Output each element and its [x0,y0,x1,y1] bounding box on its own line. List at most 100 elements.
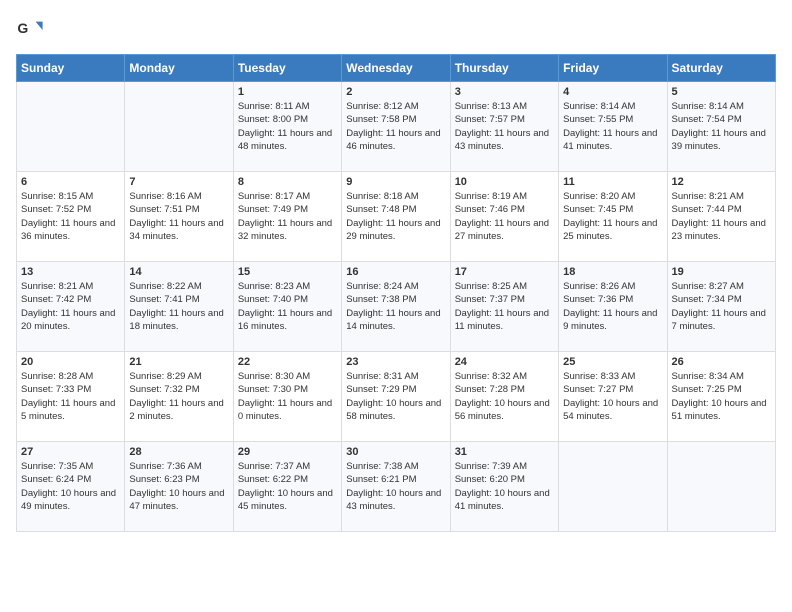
calendar-cell: 29 Sunrise: 7:37 AM Sunset: 6:22 PM Dayli… [233,442,341,532]
calendar-cell: 12 Sunrise: 8:21 AM Sunset: 7:44 PM Dayli… [667,172,775,262]
day-info: Sunrise: 8:11 AM Sunset: 8:00 PM Dayligh… [238,100,337,153]
calendar-cell [559,442,667,532]
day-info: Sunrise: 8:29 AM Sunset: 7:32 PM Dayligh… [129,370,228,423]
calendar-cell: 19 Sunrise: 8:27 AM Sunset: 7:34 PM Dayli… [667,262,775,352]
header-saturday: Saturday [667,55,775,82]
calendar-cell: 30 Sunrise: 7:38 AM Sunset: 6:21 PM Dayli… [342,442,450,532]
day-info: Sunrise: 7:37 AM Sunset: 6:22 PM Dayligh… [238,460,337,513]
calendar-cell: 21 Sunrise: 8:29 AM Sunset: 7:32 PM Dayli… [125,352,233,442]
day-number: 21 [129,356,228,368]
header-monday: Monday [125,55,233,82]
day-info: Sunrise: 8:26 AM Sunset: 7:36 PM Dayligh… [563,280,662,333]
calendar-cell: 16 Sunrise: 8:24 AM Sunset: 7:38 PM Dayli… [342,262,450,352]
day-number: 19 [672,266,771,278]
day-number: 2 [346,86,445,98]
logo-icon: G [16,16,44,44]
calendar-cell: 7 Sunrise: 8:16 AM Sunset: 7:51 PM Daylig… [125,172,233,262]
day-number: 25 [563,356,662,368]
logo: G [16,16,48,44]
day-info: Sunrise: 8:17 AM Sunset: 7:49 PM Dayligh… [238,190,337,243]
day-info: Sunrise: 8:34 AM Sunset: 7:25 PM Dayligh… [672,370,771,423]
day-info: Sunrise: 7:36 AM Sunset: 6:23 PM Dayligh… [129,460,228,513]
day-number: 24 [455,356,554,368]
day-info: Sunrise: 8:14 AM Sunset: 7:54 PM Dayligh… [672,100,771,153]
day-info: Sunrise: 7:39 AM Sunset: 6:20 PM Dayligh… [455,460,554,513]
day-info: Sunrise: 8:18 AM Sunset: 7:48 PM Dayligh… [346,190,445,243]
calendar-cell: 31 Sunrise: 7:39 AM Sunset: 6:20 PM Dayli… [450,442,558,532]
day-number: 9 [346,176,445,188]
calendar-cell: 22 Sunrise: 8:30 AM Sunset: 7:30 PM Dayli… [233,352,341,442]
calendar-header-row: SundayMondayTuesdayWednesdayThursdayFrid… [17,55,776,82]
day-number: 29 [238,446,337,458]
calendar-cell: 14 Sunrise: 8:22 AM Sunset: 7:41 PM Dayli… [125,262,233,352]
calendar-cell: 18 Sunrise: 8:26 AM Sunset: 7:36 PM Dayli… [559,262,667,352]
calendar-cell: 17Sunrise: 8:25 AM Sunset: 7:37 PM Dayli… [450,262,558,352]
day-info: Sunrise: 7:35 AM Sunset: 6:24 PM Dayligh… [21,460,120,513]
calendar-cell: 8 Sunrise: 8:17 AM Sunset: 7:49 PM Daylig… [233,172,341,262]
calendar-week-row: 1Sunrise: 8:11 AM Sunset: 8:00 PM Daylig… [17,82,776,172]
day-info: Sunrise: 8:32 AM Sunset: 7:28 PM Dayligh… [455,370,554,423]
day-info: Sunrise: 8:21 AM Sunset: 7:44 PM Dayligh… [672,190,771,243]
header-tuesday: Tuesday [233,55,341,82]
calendar-cell: 3Sunrise: 8:13 AM Sunset: 7:57 PM Daylig… [450,82,558,172]
calendar-cell: 5 Sunrise: 8:14 AM Sunset: 7:54 PM Daylig… [667,82,775,172]
day-number: 12 [672,176,771,188]
day-number: 27 [21,446,120,458]
day-info: Sunrise: 8:27 AM Sunset: 7:34 PM Dayligh… [672,280,771,333]
calendar-cell: 26Sunrise: 8:34 AM Sunset: 7:25 PM Dayli… [667,352,775,442]
day-number: 3 [455,86,554,98]
calendar-cell: 23Sunrise: 8:31 AM Sunset: 7:29 PM Dayli… [342,352,450,442]
day-number: 10 [455,176,554,188]
header-sunday: Sunday [17,55,125,82]
day-number: 18 [563,266,662,278]
day-info: Sunrise: 8:14 AM Sunset: 7:55 PM Dayligh… [563,100,662,153]
day-info: Sunrise: 7:38 AM Sunset: 6:21 PM Dayligh… [346,460,445,513]
calendar-cell: 9 Sunrise: 8:18 AM Sunset: 7:48 PM Daylig… [342,172,450,262]
calendar-table: SundayMondayTuesdayWednesdayThursdayFrid… [16,54,776,532]
calendar-cell: 4Sunrise: 8:14 AM Sunset: 7:55 PM Daylig… [559,82,667,172]
calendar-cell: 13 Sunrise: 8:21 AM Sunset: 7:42 PM Dayli… [17,262,125,352]
day-number: 15 [238,266,337,278]
day-info: Sunrise: 8:33 AM Sunset: 7:27 PM Dayligh… [563,370,662,423]
calendar-cell: 25 Sunrise: 8:33 AM Sunset: 7:27 PM Dayli… [559,352,667,442]
day-info: Sunrise: 8:19 AM Sunset: 7:46 PM Dayligh… [455,190,554,243]
calendar-cell: 1Sunrise: 8:11 AM Sunset: 8:00 PM Daylig… [233,82,341,172]
day-info: Sunrise: 8:25 AM Sunset: 7:37 PM Dayligh… [455,280,554,333]
day-info: Sunrise: 8:24 AM Sunset: 7:38 PM Dayligh… [346,280,445,333]
page-header: G [16,16,776,44]
day-info: Sunrise: 8:22 AM Sunset: 7:41 PM Dayligh… [129,280,228,333]
day-number: 8 [238,176,337,188]
header-friday: Friday [559,55,667,82]
day-info: Sunrise: 8:15 AM Sunset: 7:52 PM Dayligh… [21,190,120,243]
calendar-cell: 6Sunrise: 8:15 AM Sunset: 7:52 PM Daylig… [17,172,125,262]
calendar-cell: 20 Sunrise: 8:28 AM Sunset: 7:33 PM Dayli… [17,352,125,442]
calendar-week-row: 27 Sunrise: 7:35 AM Sunset: 6:24 PM Dayli… [17,442,776,532]
day-info: Sunrise: 8:31 AM Sunset: 7:29 PM Dayligh… [346,370,445,423]
calendar-cell: 15 Sunrise: 8:23 AM Sunset: 7:40 PM Dayli… [233,262,341,352]
day-info: Sunrise: 8:21 AM Sunset: 7:42 PM Dayligh… [21,280,120,333]
day-number: 16 [346,266,445,278]
day-number: 31 [455,446,554,458]
day-number: 30 [346,446,445,458]
day-number: 11 [563,176,662,188]
day-info: Sunrise: 8:28 AM Sunset: 7:33 PM Dayligh… [21,370,120,423]
day-number: 22 [238,356,337,368]
calendar-cell [125,82,233,172]
day-number: 5 [672,86,771,98]
svg-text:G: G [17,20,28,36]
day-info: Sunrise: 8:30 AM Sunset: 7:30 PM Dayligh… [238,370,337,423]
day-info: Sunrise: 8:23 AM Sunset: 7:40 PM Dayligh… [238,280,337,333]
day-info: Sunrise: 8:16 AM Sunset: 7:51 PM Dayligh… [129,190,228,243]
day-number: 20 [21,356,120,368]
day-info: Sunrise: 8:20 AM Sunset: 7:45 PM Dayligh… [563,190,662,243]
calendar-cell: 2 Sunrise: 8:12 AM Sunset: 7:58 PM Daylig… [342,82,450,172]
calendar-week-row: 6Sunrise: 8:15 AM Sunset: 7:52 PM Daylig… [17,172,776,262]
calendar-cell [17,82,125,172]
day-number: 14 [129,266,228,278]
day-info: Sunrise: 8:12 AM Sunset: 7:58 PM Dayligh… [346,100,445,153]
calendar-week-row: 20 Sunrise: 8:28 AM Sunset: 7:33 PM Dayli… [17,352,776,442]
day-number: 7 [129,176,228,188]
calendar-cell: 24 Sunrise: 8:32 AM Sunset: 7:28 PM Dayli… [450,352,558,442]
calendar-cell: 10 Sunrise: 8:19 AM Sunset: 7:46 PM Dayli… [450,172,558,262]
day-number: 13 [21,266,120,278]
